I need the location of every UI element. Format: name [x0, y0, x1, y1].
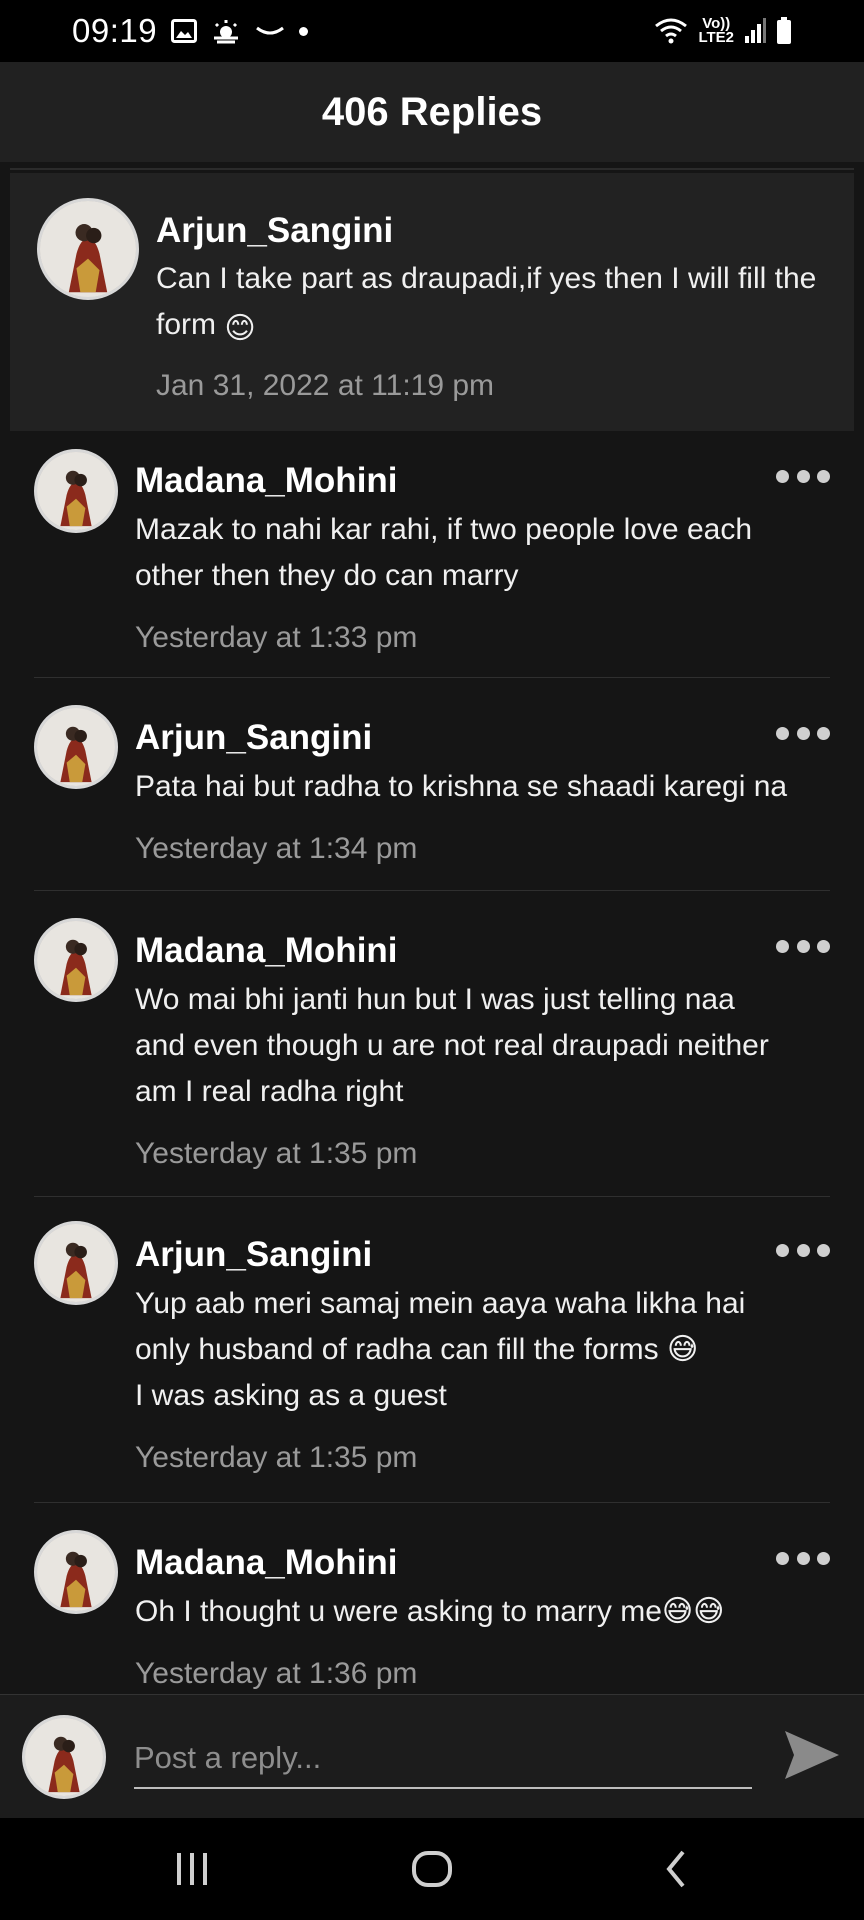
comment-line: Pata hai but radha to krishna se shaadi …	[135, 770, 788, 803]
avatar[interactable]	[37, 198, 139, 300]
status-bar: 09:19 Vo)) LTE2	[0, 0, 864, 62]
comment-author[interactable]: Madana_Mohini	[135, 1543, 398, 1583]
swoosh-icon	[255, 24, 285, 38]
dot-icon	[299, 26, 309, 36]
comment-line: Mazak to nahi kar rahi, if two people lo…	[135, 513, 753, 546]
reply-thread[interactable]: Arjun_Sangini Can I take part as draupad…	[0, 162, 864, 1694]
comment-author[interactable]: Arjun_Sangini	[135, 718, 372, 758]
recents-icon[interactable]	[162, 1846, 222, 1892]
comment-timestamp: Yesterday at 1:36 pm	[135, 1657, 418, 1690]
comment-line: and even though u are not real draupadi …	[135, 1029, 769, 1062]
send-icon[interactable]	[782, 1725, 842, 1785]
lte-bottom-label: LTE2	[698, 29, 734, 46]
avatar[interactable]	[34, 705, 118, 789]
comment-timestamp: Yesterday at 1:35 pm	[135, 1137, 418, 1170]
weather-icon	[211, 18, 241, 44]
status-time: 09:19	[72, 12, 158, 49]
comment-text: Oh I thought u were asking to marry me😅😅	[135, 1589, 855, 1635]
comment-author[interactable]: Madana_Mohini	[135, 461, 398, 501]
comment-text: Mazak to nahi kar rahi, if two people lo…	[135, 507, 835, 599]
page-title: 406 Replies	[321, 89, 543, 134]
more-options-icon[interactable]	[776, 465, 830, 487]
comment-text: Yup aab meri samaj mein aaya waha likha …	[135, 1281, 835, 1419]
reply-bar	[0, 1694, 864, 1818]
divider	[10, 168, 854, 170]
wifi-icon	[654, 17, 688, 45]
more-options-icon[interactable]	[776, 722, 830, 744]
list-item[interactable]: Madana_Mohini Mazak to nahi kar rahi, if…	[0, 431, 864, 678]
battery-icon	[776, 17, 792, 45]
comment-line: Oh I thought u were asking to marry me😅😅	[135, 1595, 725, 1628]
comment-line: Wo mai bhi janti hun but I was just tell…	[135, 983, 735, 1016]
smile-emoji: 😊	[224, 312, 256, 345]
lte-indicator: Vo)) LTE2	[698, 16, 734, 46]
list-item[interactable]: Arjun_Sangini Pata hai but radha to kris…	[0, 678, 864, 891]
comment-author[interactable]: Madana_Mohini	[135, 931, 398, 971]
more-options-icon[interactable]	[776, 1239, 830, 1261]
comment-timestamp: Yesterday at 1:35 pm	[135, 1441, 418, 1474]
comment-text: Can I take part as draupadi,if yes then …	[156, 256, 836, 352]
comment-timestamp: Jan 31, 2022 at 11:19 pm	[156, 369, 495, 402]
avatar[interactable]	[34, 449, 118, 533]
comment-line: only husband of radha can fill the forms…	[135, 1333, 699, 1366]
home-icon[interactable]	[402, 1846, 462, 1892]
more-options-icon[interactable]	[776, 935, 830, 957]
avatar[interactable]	[34, 918, 118, 1002]
signal-icon	[744, 18, 766, 44]
parent-comment[interactable]: Arjun_Sangini Can I take part as draupad…	[10, 173, 854, 431]
avatar[interactable]	[34, 1221, 118, 1305]
comment-text: Pata hai but radha to krishna se shaadi …	[135, 764, 855, 810]
comment-line: I was asking as a guest	[135, 1379, 447, 1412]
comment-timestamp: Yesterday at 1:33 pm	[135, 621, 418, 654]
header: 406 Replies	[0, 62, 864, 162]
comment-author[interactable]: Arjun_Sangini	[135, 1235, 372, 1275]
comment-timestamp: Yesterday at 1:34 pm	[135, 832, 418, 865]
list-item[interactable]: Madana_Mohini Oh I thought u were asking…	[0, 1503, 864, 1694]
comment-line: Yup aab meri samaj mein aaya waha likha …	[135, 1287, 746, 1320]
reply-input[interactable]	[134, 1729, 752, 1789]
avatar[interactable]	[34, 1530, 118, 1614]
gallery-icon	[171, 19, 198, 43]
more-options-icon[interactable]	[776, 1547, 830, 1569]
comment-line: am I real radha right	[135, 1075, 404, 1108]
my-avatar[interactable]	[22, 1715, 106, 1799]
comment-author[interactable]: Arjun_Sangini	[156, 211, 393, 251]
list-item[interactable]: Arjun_Sangini Yup aab meri samaj mein aa…	[0, 1197, 864, 1503]
back-icon[interactable]	[646, 1846, 706, 1892]
navigation-bar	[0, 1818, 864, 1920]
comment-text: Wo mai bhi janti hun but I was just tell…	[135, 977, 835, 1115]
comment-line: other then they do can marry	[135, 559, 519, 592]
list-item[interactable]: Madana_Mohini Wo mai bhi janti hun but I…	[0, 891, 864, 1197]
